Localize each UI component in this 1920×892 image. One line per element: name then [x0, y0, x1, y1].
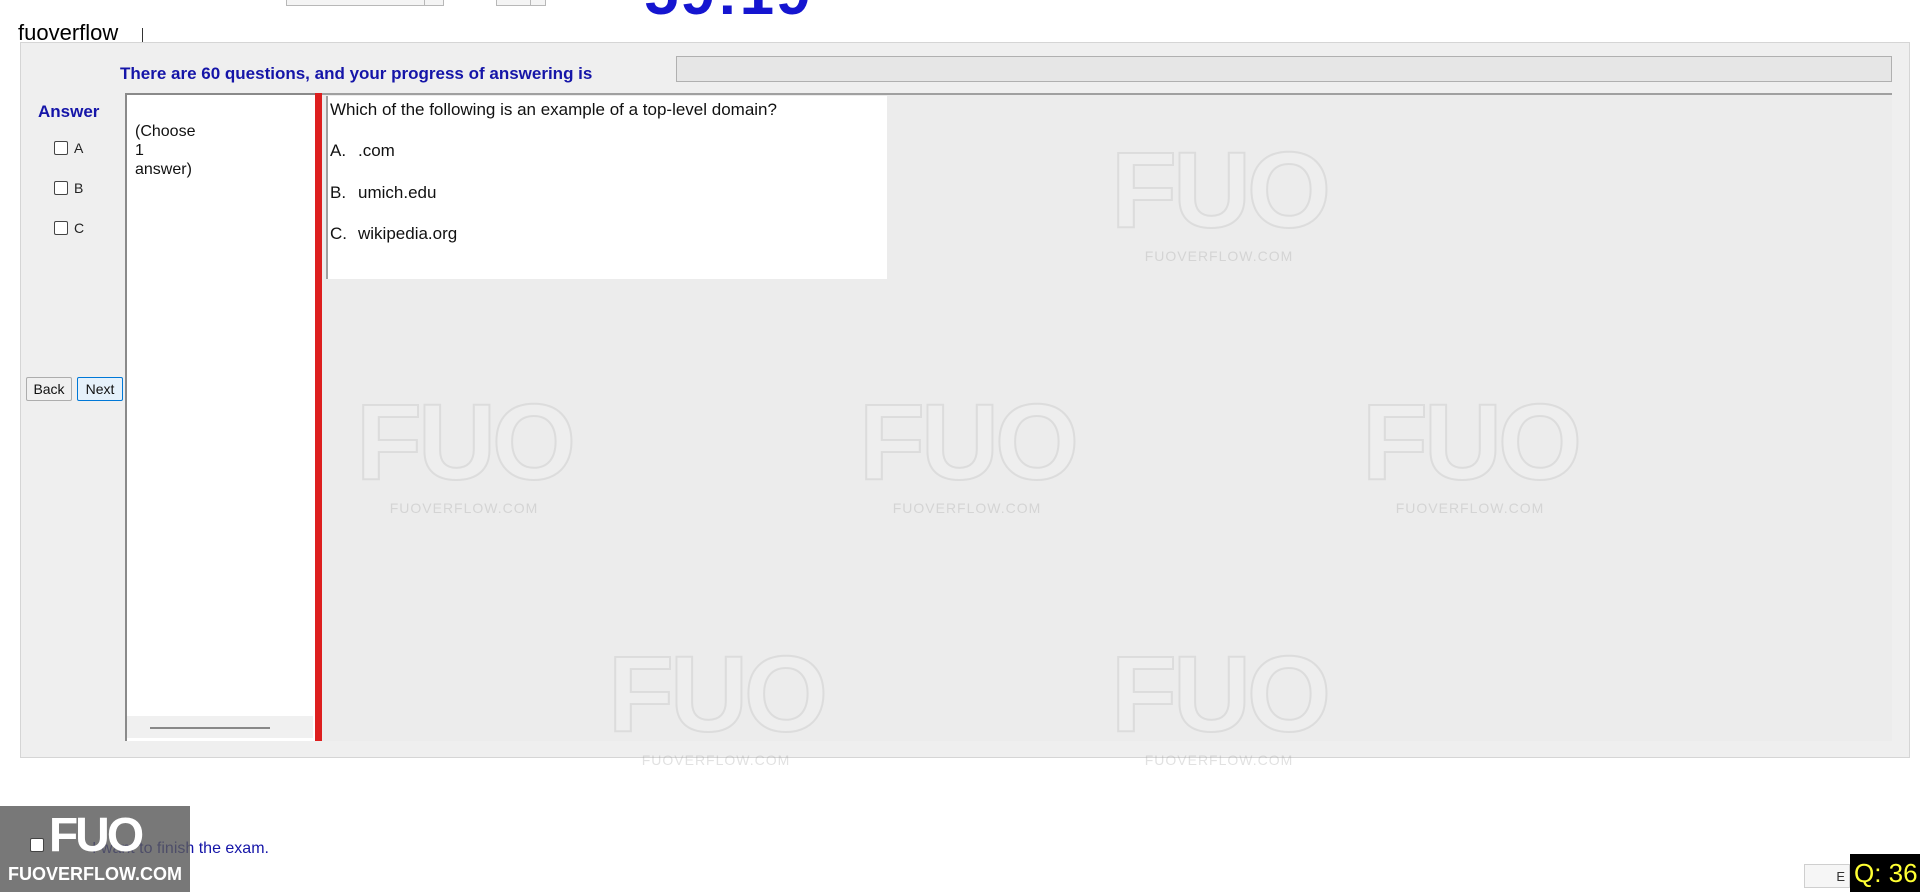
answer-option-label: C: [74, 220, 85, 236]
top-small-combo[interactable]: [496, 0, 546, 6]
option-letter: B.: [330, 183, 347, 202]
option-letter: A.: [330, 141, 347, 160]
question-counter: Q: 36: [1850, 854, 1920, 892]
finish-exam-checkbox[interactable]: [30, 838, 44, 852]
checkbox-icon[interactable]: [54, 141, 68, 155]
question-option-b: B. umich.edu: [330, 183, 436, 203]
option-text: wikipedia.org: [358, 224, 458, 243]
fuoverflow-logo: FUO FUOVERFLOW.COM: [0, 806, 190, 892]
question-option-c: C. wikipedia.org: [330, 224, 457, 244]
answer-option-label: A: [74, 140, 84, 156]
checkbox-icon[interactable]: [54, 181, 68, 195]
logo-text: FUOVERFLOW.COM: [8, 864, 182, 884]
progress-label: There are 60 questions, and your progres…: [120, 64, 593, 83]
choose-hint-panel: [125, 93, 315, 741]
answer-option-a[interactable]: A: [54, 140, 83, 156]
answer-option-label: B: [74, 180, 84, 196]
option-text: .com: [358, 141, 395, 160]
choose-hint: (Choose 1 answer): [135, 123, 196, 178]
question-option-a: A. .com: [330, 141, 395, 161]
checkbox-icon[interactable]: [54, 221, 68, 235]
exam-timer: 59:19: [644, 0, 813, 29]
answer-option-b[interactable]: B: [54, 180, 83, 196]
question-text: Which of the following is an example of …: [330, 100, 777, 119]
answer-option-c[interactable]: C: [54, 220, 84, 236]
back-button[interactable]: Back: [26, 377, 72, 401]
scrollbar-thumb[interactable]: [150, 727, 270, 729]
next-button[interactable]: Next: [77, 377, 123, 401]
splitter-divider[interactable]: [315, 93, 322, 741]
option-text: umich.edu: [358, 183, 437, 202]
option-letter: C.: [330, 224, 347, 243]
logo-mark: FUO: [48, 809, 144, 862]
answer-title: Answer: [38, 102, 100, 121]
finish-button[interactable]: E: [1804, 864, 1850, 888]
top-combo-box[interactable]: [286, 0, 444, 6]
progress-bar: [676, 56, 1892, 82]
